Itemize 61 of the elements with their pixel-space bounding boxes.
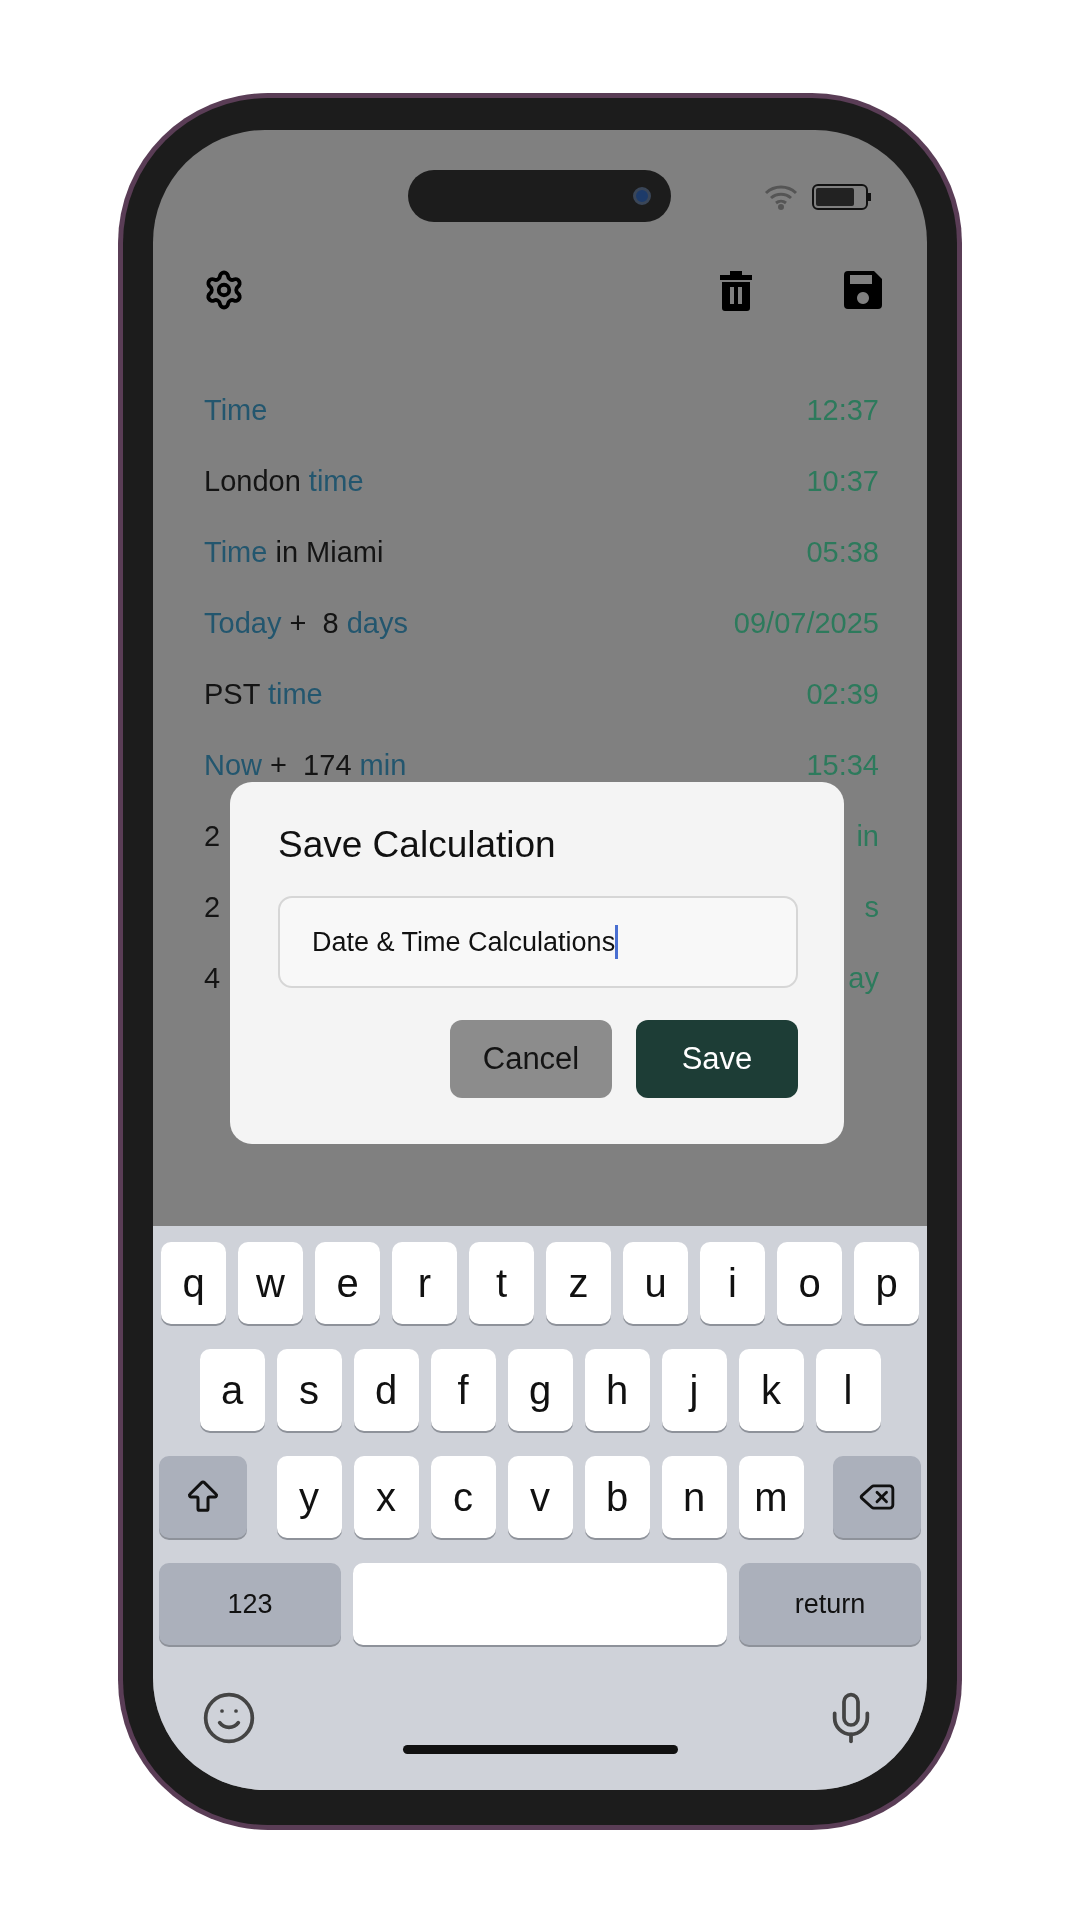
result-text: 10:37	[806, 465, 879, 498]
letter-key[interactable]: w	[238, 1242, 303, 1324]
cancel-button[interactable]: Cancel	[450, 1020, 612, 1098]
expression-text: PST time	[204, 678, 323, 711]
letter-key[interactable]: m	[738, 1456, 804, 1538]
return-key[interactable]: return	[739, 1563, 921, 1645]
letter-key[interactable]: h	[584, 1349, 650, 1431]
result-text: 05:38	[806, 536, 879, 569]
result-text: 02:39	[806, 678, 879, 711]
letter-key[interactable]: k	[738, 1349, 804, 1431]
letter-key[interactable]: p	[854, 1242, 919, 1324]
numbers-key[interactable]: 123	[159, 1563, 341, 1645]
result-text: in	[856, 820, 879, 853]
battery-icon	[812, 184, 872, 210]
expression-text: Time	[204, 394, 268, 427]
wifi-icon	[764, 184, 798, 210]
letter-key[interactable]: t	[469, 1242, 534, 1324]
letter-key[interactable]: d	[353, 1349, 419, 1431]
result-text: 09/07/2025	[733, 607, 879, 640]
backspace-key[interactable]	[833, 1456, 921, 1538]
dialog-title: Save Calculation	[278, 824, 557, 866]
expression-text: Today + 8 days	[204, 607, 408, 640]
letter-key[interactable]: e	[315, 1242, 380, 1324]
save-button[interactable]	[844, 271, 882, 309]
expression-text: 2	[204, 820, 221, 853]
letter-key[interactable]: c	[430, 1456, 496, 1538]
letter-key[interactable]: v	[507, 1456, 573, 1538]
result-text: s	[864, 891, 879, 924]
settings-button[interactable]	[203, 269, 245, 311]
delete-button[interactable]	[718, 269, 754, 311]
letter-key[interactable]: f	[430, 1349, 496, 1431]
letter-key[interactable]: g	[507, 1349, 573, 1431]
letter-key[interactable]: l	[815, 1349, 881, 1431]
letter-key[interactable]: n	[661, 1456, 727, 1538]
smiley-icon	[201, 1690, 257, 1746]
expression-text: 2	[204, 891, 221, 924]
shift-key[interactable]	[159, 1456, 247, 1538]
letter-key[interactable]: o	[777, 1242, 842, 1324]
letter-key[interactable]: s	[276, 1349, 342, 1431]
emoji-button[interactable]	[201, 1690, 257, 1746]
letter-key[interactable]: y	[276, 1456, 342, 1538]
input-field[interactable]: Date & Time Calculations	[278, 896, 798, 988]
letter-key[interactable]: r	[392, 1242, 457, 1324]
settings-icon	[203, 269, 245, 311]
letter-key[interactable]: b	[584, 1456, 650, 1538]
letter-key[interactable]: j	[661, 1349, 727, 1431]
result-text: 12:37	[806, 394, 879, 427]
letter-key[interactable]: q	[161, 1242, 226, 1324]
expression-text: London time	[204, 465, 364, 498]
trash-icon	[718, 269, 754, 311]
letter-key[interactable]: a	[199, 1349, 265, 1431]
save-button[interactable]: Save	[636, 1020, 798, 1098]
letter-key[interactable]: i	[700, 1242, 765, 1324]
expression-text: Now + 174 min	[204, 749, 407, 782]
letter-key[interactable]: u	[623, 1242, 688, 1324]
letter-key[interactable]: z	[546, 1242, 611, 1324]
expression-text: 4	[204, 962, 221, 995]
result-text: ay	[848, 962, 879, 995]
letter-key[interactable]: x	[353, 1456, 419, 1538]
result-text: 15:34	[806, 749, 879, 782]
expression-text: Time in Miami	[204, 536, 384, 569]
